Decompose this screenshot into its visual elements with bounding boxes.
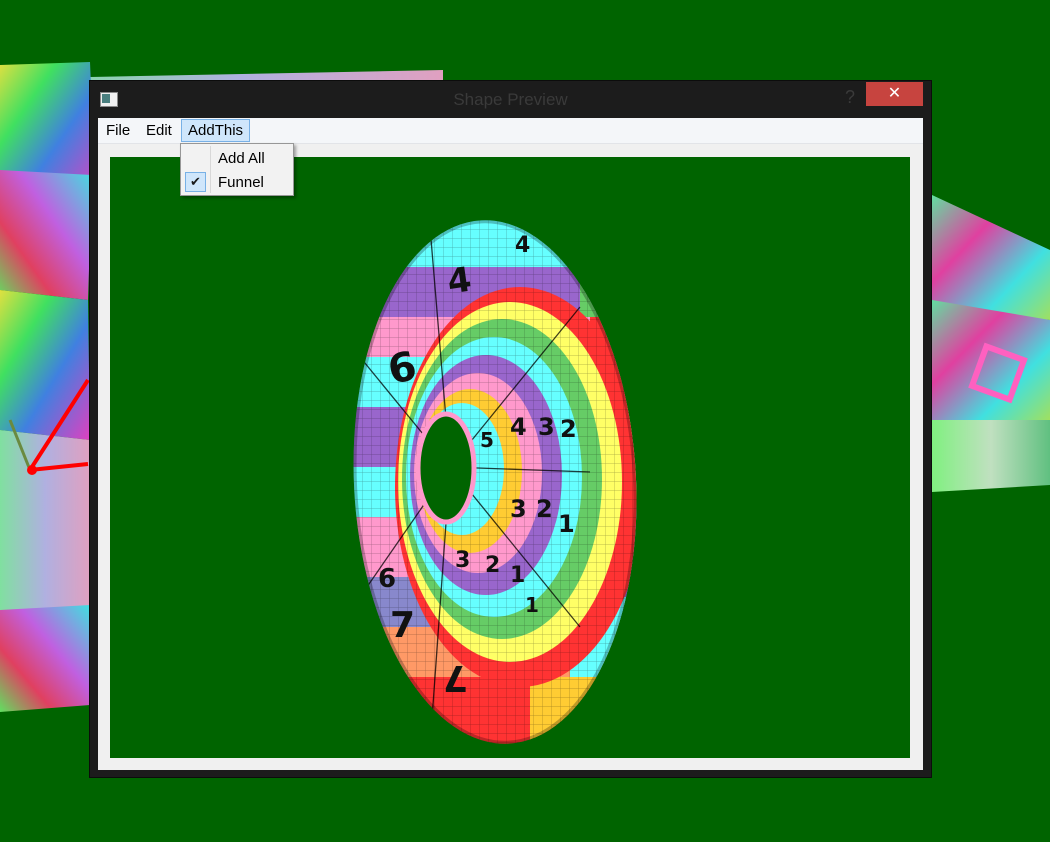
svg-text:6: 6 [378,564,396,594]
svg-text:5: 5 [480,428,494,452]
menu-bar: File Edit AddThis [98,118,923,144]
close-button[interactable]: ✕ [866,82,923,106]
menu-item-label: Add All [218,150,265,167]
svg-text:7: 7 [443,657,468,698]
svg-text:7: 7 [390,605,415,646]
svg-text:4: 4 [515,233,530,258]
svg-text:1: 1 [525,593,539,617]
close-icon: ✕ [887,85,902,102]
help-button[interactable]: ? [838,85,862,109]
svg-text:4: 4 [510,413,527,441]
checkmark-icon: ✔ [185,172,206,192]
svg-text:2: 2 [485,553,500,578]
svg-text:1: 1 [558,510,575,538]
menu-edit[interactable]: Edit [140,119,178,142]
window-title: Shape Preview [453,90,568,109]
svg-text:3: 3 [510,495,527,523]
menu-file[interactable]: File [100,119,136,142]
menu-item-add-all[interactable]: Add All [182,147,292,170]
funnel-shape: 4 4 6 4 3 2 5 3 2 1 3 2 1 6 7 7 1 [340,212,650,752]
client-area: 4 4 6 4 3 2 5 3 2 1 3 2 1 6 7 7 1 [98,144,923,770]
menu-item-funnel[interactable]: ✔ Funnel [182,171,292,194]
svg-text:3: 3 [538,413,555,441]
svg-text:1: 1 [510,563,525,588]
svg-text:2: 2 [536,495,553,523]
svg-text:2: 2 [560,415,577,443]
svg-text:3: 3 [455,548,470,573]
title-bar[interactable]: Shape Preview ? ✕ [90,81,931,118]
preview-canvas[interactable]: 4 4 6 4 3 2 5 3 2 1 3 2 1 6 7 7 1 [110,157,910,758]
addthis-dropdown-menu: Add All ✔ Funnel [180,143,294,196]
menu-addthis[interactable]: AddThis [181,119,251,142]
menu-item-label: Funnel [218,174,264,191]
